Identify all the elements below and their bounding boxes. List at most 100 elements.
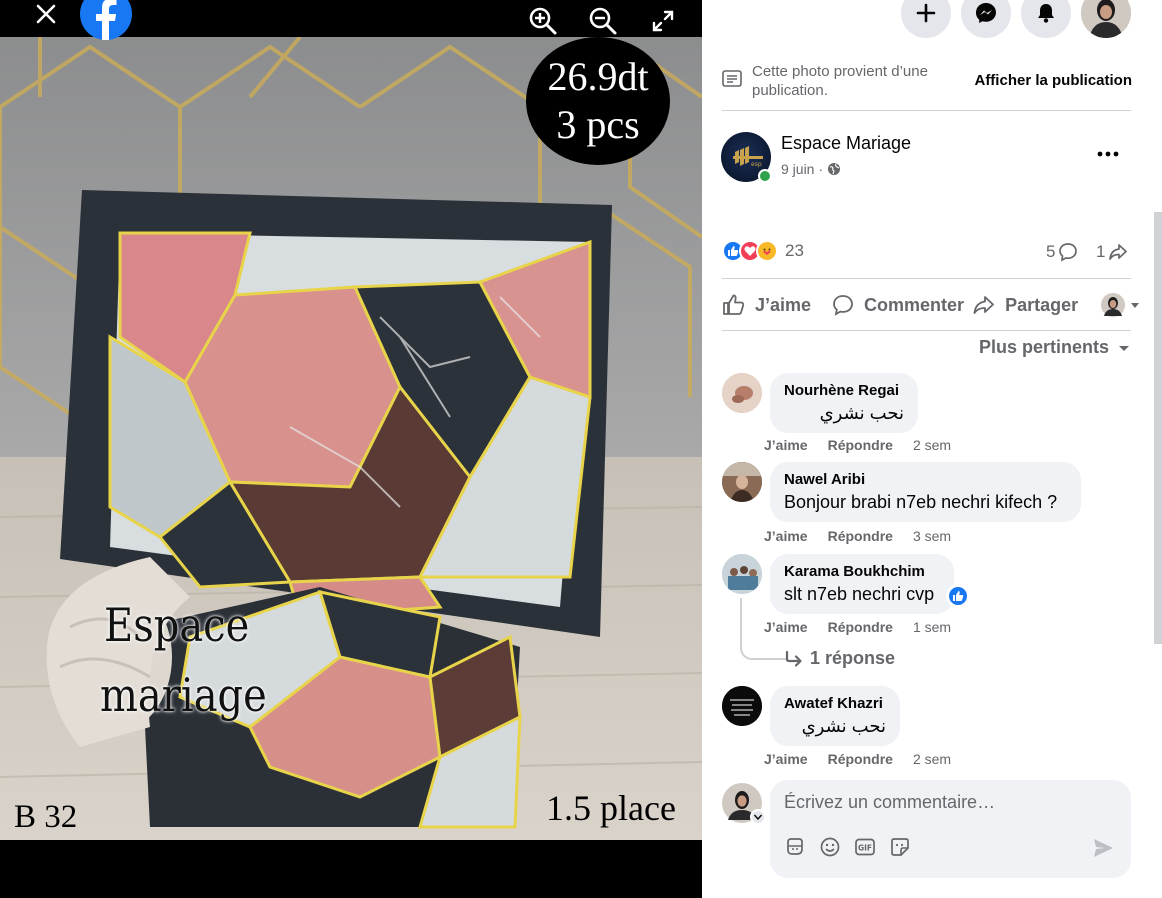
zoom-in-icon[interactable]: [526, 4, 560, 38]
close-icon[interactable]: [28, 0, 64, 28]
like-button[interactable]: J’aime: [722, 293, 811, 317]
comment-composer[interactable]: Écrivez un commentaire… GIF: [770, 780, 1131, 878]
comment-bubble: Awatef Khazri نحب نشري: [770, 686, 900, 746]
comment-reply-link[interactable]: Répondre: [828, 619, 893, 635]
reply-thread-line: [740, 598, 786, 660]
commenter-avatar[interactable]: [722, 686, 762, 726]
author-name[interactable]: Espace Mariage: [781, 133, 911, 154]
comment-actions: J’aime Répondre 1 sem: [764, 619, 951, 635]
send-icon[interactable]: [1091, 836, 1115, 860]
sticker-icon[interactable]: [889, 836, 911, 858]
comment-time[interactable]: 2 sem: [913, 437, 951, 453]
commenter-avatar[interactable]: [722, 462, 762, 502]
more-options-icon[interactable]: [1090, 140, 1126, 168]
divider: [722, 330, 1131, 331]
comment-like-link[interactable]: J’aime: [764, 437, 808, 453]
pieces-text: 3 pcs: [556, 102, 640, 147]
watermark-line2: mariage: [100, 669, 267, 723]
comment-icon: [833, 295, 853, 316]
commenter-avatar[interactable]: [722, 373, 762, 413]
care-reaction-icon: [756, 240, 778, 262]
comment-actions: J’aime Répondre 2 sem: [764, 437, 951, 453]
product-photo[interactable]: 26.9dt 3 pcs Espace mariage B 32 1.5 pla…: [0, 37, 702, 840]
notice-text: Cette photo provient d’une publication.: [752, 63, 928, 99]
selected-profile-avatar: [1101, 293, 1126, 317]
facebook-logo[interactable]: [80, 0, 132, 40]
zoom-out-icon[interactable]: [586, 4, 620, 38]
post-panel: Cette photo provient d’une publication. …: [702, 0, 1162, 898]
comment-reply-link[interactable]: Répondre: [828, 528, 893, 544]
comment-like-link[interactable]: J’aime: [764, 528, 808, 544]
avatar-sticker-icon[interactable]: [784, 836, 806, 858]
post-actions: J’aime Commenter Partager: [722, 288, 1140, 322]
view-replies-link[interactable]: 1 réponse: [784, 648, 895, 669]
share-button[interactable]: Partager: [972, 293, 1078, 317]
reply-arrow-icon: [785, 650, 802, 667]
price-text: 26.9dt: [547, 54, 649, 99]
post-icon: [722, 70, 742, 87]
comment-time[interactable]: 2 sem: [913, 751, 951, 767]
divider: [722, 110, 1131, 111]
share-label: Partager: [1005, 294, 1079, 315]
comment-text: Bonjour brabi n7eb nechri kifech ?: [784, 492, 1058, 512]
comment-bubble: Nourhène Regai نحب نشري: [770, 373, 918, 433]
meta-separator: ·: [818, 161, 824, 177]
comment-actions: J’aime Répondre 3 sem: [764, 528, 951, 544]
bell-icon[interactable]: [1021, 0, 1071, 38]
comment-input[interactable]: Écrivez un commentaire…: [784, 792, 995, 813]
photo-source-notice: Cette photo provient d’une publication. …: [722, 62, 1132, 100]
comment-bubble: Nawel Aribi Bonjour brabi n7eb nechri ki…: [770, 462, 1081, 522]
comments-count: 5: [1046, 242, 1056, 261]
avatar-switch-icon[interactable]: [750, 809, 766, 825]
like-label: J’aime: [755, 294, 812, 315]
commenter-name[interactable]: Karama Boukhchim: [784, 562, 940, 582]
comment-label: Commenter: [864, 294, 965, 315]
comment-time[interactable]: 3 sem: [913, 528, 951, 544]
comment-reply-link[interactable]: Répondre: [828, 751, 893, 767]
sort-label: Plus pertinents: [979, 337, 1110, 357]
svg-text:GIF: GIF: [858, 844, 872, 853]
page-avatar[interactable]: esp: [721, 132, 772, 183]
comments-count-stat[interactable]: 5: [1046, 242, 1078, 262]
thumbs-up-icon: [723, 294, 745, 315]
messenger-icon[interactable]: [961, 0, 1011, 38]
commenter-avatar[interactable]: [722, 554, 762, 594]
shares-count: 1: [1096, 242, 1106, 261]
replies-count: 1 réponse: [810, 648, 896, 668]
reaction-as-selector[interactable]: [1100, 292, 1140, 318]
comment-text: نحب نشري: [819, 403, 904, 423]
comment-like-link[interactable]: J’aime: [764, 751, 808, 767]
globe-icon: [828, 163, 841, 175]
commenter-name[interactable]: Awatef Khazri: [784, 694, 886, 714]
comment-sort-dropdown[interactable]: Plus pertinents: [979, 337, 1130, 358]
shares-count-stat[interactable]: 1: [1096, 242, 1128, 262]
commenter-name[interactable]: Nawel Aribi: [784, 470, 1067, 490]
comment-text: slt n7eb nechri cvp: [784, 584, 935, 604]
comment-time[interactable]: 1 sem: [913, 619, 951, 635]
profile-avatar[interactable]: [1081, 0, 1131, 38]
post-date[interactable]: 9 juin: [781, 161, 814, 177]
caret-down-icon: [1131, 303, 1140, 308]
view-post-link[interactable]: Afficher la publication: [974, 72, 1132, 89]
like-reaction-icon: [949, 587, 967, 605]
size-label: 1.5 place: [546, 788, 676, 828]
comment-bubble-icon: [1059, 243, 1078, 262]
fullscreen-icon[interactable]: [646, 4, 680, 38]
comment-button[interactable]: Commenter: [831, 293, 964, 317]
share-arrow-icon: [1109, 244, 1128, 260]
gif-icon[interactable]: GIF: [854, 836, 876, 858]
top-navigation: [702, 0, 1162, 48]
reactions-summary[interactable]: 23: [722, 240, 804, 262]
reference-code: B 32: [14, 799, 78, 835]
comment-like-badge[interactable]: [946, 584, 970, 608]
scrollbar[interactable]: [1154, 212, 1162, 644]
plus-icon[interactable]: [901, 0, 951, 38]
price-badge: 26.9dt 3 pcs: [526, 37, 670, 165]
composer-avatar[interactable]: [722, 783, 766, 825]
caret-down-icon: [1119, 345, 1130, 351]
comment-reply-link[interactable]: Répondre: [828, 437, 893, 453]
online-status-dot: [758, 169, 772, 183]
svg-text:esp: esp: [751, 161, 762, 168]
commenter-name[interactable]: Nourhène Regai: [784, 381, 904, 401]
emoji-icon[interactable]: [819, 836, 841, 858]
